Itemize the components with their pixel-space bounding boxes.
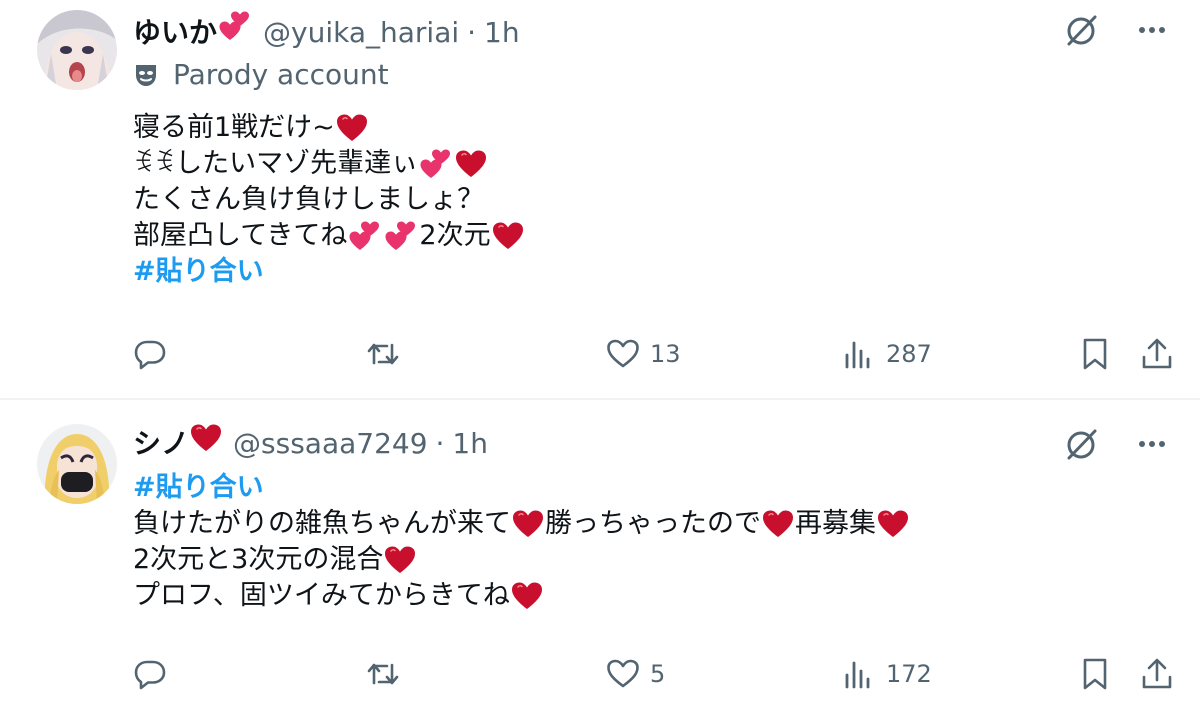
- heart-icon: [455, 149, 487, 179]
- bookmark-button[interactable]: [1078, 654, 1112, 694]
- text-segment: 2次元と3次元の混合: [133, 544, 384, 575]
- like-button[interactable]: 5: [606, 654, 665, 694]
- text-segment: たくさん負け負けしましょ？: [133, 184, 484, 215]
- text-line: 寝る前1戦だけ~: [133, 110, 525, 146]
- grok-icon[interactable]: [1064, 426, 1100, 462]
- action-bar: 13 287: [0, 334, 1200, 374]
- text-line: 2次元と3次元の混合: [133, 542, 910, 578]
- text-segment: 部屋凸してきてね: [133, 220, 348, 251]
- share-icon: [1142, 338, 1172, 369]
- display-name[interactable]: ゆいか: [133, 11, 217, 51]
- user-handle[interactable]: @yuika_hariai: [263, 16, 459, 49]
- views-button[interactable]: 172: [842, 654, 932, 694]
- text-line: プロフ、固ツイみてからきてね: [133, 578, 910, 614]
- tweet-divider: [0, 398, 1200, 400]
- double-hearts-icon: [419, 148, 453, 180]
- action-bar: 5 172: [0, 654, 1200, 694]
- tweet-top-actions: [1064, 12, 1170, 48]
- view-count: 172: [886, 660, 932, 688]
- heart-icon: [762, 509, 794, 539]
- like-icon: [607, 659, 639, 688]
- repost-icon: [367, 663, 399, 685]
- text-segment: 寝る前1戦だけ~: [133, 112, 335, 143]
- tweet-text: #貼り合い 負けたがりの雑魚ちゃんが来て 勝っちゃったので 再募集 2次元と3次…: [133, 470, 910, 614]
- heart-icon: [512, 509, 544, 539]
- hashtag-link[interactable]: #貼り合い: [133, 254, 264, 290]
- bookmark-icon: [1083, 658, 1107, 690]
- hashtag-link[interactable]: #貼り合い: [133, 470, 264, 506]
- like-icon: [607, 339, 639, 368]
- tweet-header: シノ @sssaaa7249 · 1h: [133, 422, 488, 462]
- tweet-top-actions: [1064, 426, 1170, 462]
- parody-label: Parody account: [173, 58, 389, 91]
- heart-icon: [190, 423, 222, 453]
- views-button[interactable]: 287: [842, 334, 932, 374]
- repost-button[interactable]: [366, 654, 400, 694]
- tweet[interactable]: ゆいか @yuika_hariai · 1h Parody account 寝る…: [0, 0, 1200, 398]
- timestamp[interactable]: 1h: [452, 427, 488, 460]
- heart-icon: [492, 221, 524, 251]
- heart-icon: [877, 509, 909, 539]
- separator: ·: [435, 427, 445, 460]
- bookmark-icon: [1083, 338, 1107, 370]
- double-hearts-icon: [384, 220, 418, 252]
- text-line: #貼り合い: [133, 254, 525, 290]
- avatar[interactable]: [37, 424, 117, 504]
- grok-icon[interactable]: [1064, 12, 1100, 48]
- tweet-text: 寝る前1戦だけ~ ꉂꉂしたいマゾ先輩達ぃ たくさん負け負けしましょ？ 部屋凸して…: [133, 110, 525, 290]
- heart-icon: [511, 581, 543, 611]
- display-name[interactable]: シノ: [133, 422, 189, 462]
- timestamp[interactable]: 1h: [484, 16, 520, 49]
- text-segment: 勝っちゃったので: [545, 508, 761, 539]
- like-count: 5: [650, 660, 666, 688]
- avatar[interactable]: [37, 10, 117, 90]
- user-handle[interactable]: @sssaaa7249: [233, 427, 428, 460]
- text-line: 負けたがりの雑魚ちゃんが来て 勝っちゃったので 再募集: [133, 506, 910, 542]
- separator: ·: [467, 16, 477, 49]
- view-count: 287: [886, 340, 932, 368]
- share-icon: [1142, 658, 1172, 689]
- double-hearts-icon: [348, 220, 382, 252]
- text-line: ꉂꉂしたいマゾ先輩達ぃ: [133, 146, 525, 182]
- tweet-header: ゆいか @yuika_hariai · 1h: [133, 10, 520, 51]
- text-segment: 再募集: [795, 508, 876, 539]
- reply-button[interactable]: [133, 654, 167, 694]
- reply-icon: [134, 660, 166, 690]
- parody-mask-icon: [136, 64, 156, 86]
- views-icon: [845, 661, 870, 689]
- like-count: 13: [650, 340, 681, 368]
- repost-button[interactable]: [366, 334, 400, 374]
- repost-icon: [367, 343, 399, 365]
- text-line: 部屋凸してきてね 2次元: [133, 218, 525, 254]
- bookmark-button[interactable]: [1078, 334, 1112, 374]
- share-button[interactable]: [1140, 334, 1174, 374]
- text-segment: ꉂꉂしたいマゾ先輩達ぃ: [133, 148, 419, 179]
- parody-badge: Parody account: [133, 58, 389, 91]
- heart-icon: [336, 113, 368, 143]
- more-icon[interactable]: [1134, 426, 1170, 462]
- views-icon: [845, 341, 870, 369]
- double-hearts-icon: [218, 10, 252, 42]
- more-icon[interactable]: [1134, 12, 1170, 48]
- heart-icon: [384, 545, 416, 575]
- like-button[interactable]: 13: [606, 334, 681, 374]
- share-button[interactable]: [1140, 654, 1174, 694]
- reply-button[interactable]: [133, 334, 167, 374]
- text-segment: 2次元: [419, 220, 491, 251]
- text-segment: 負けたがりの雑魚ちゃんが来て: [133, 508, 511, 539]
- reply-icon: [134, 340, 166, 370]
- text-segment: プロフ、固ツイみてからきてね: [133, 580, 510, 611]
- text-line: #貼り合い: [133, 470, 910, 506]
- text-line: たくさん負け負けしましょ？: [133, 182, 525, 218]
